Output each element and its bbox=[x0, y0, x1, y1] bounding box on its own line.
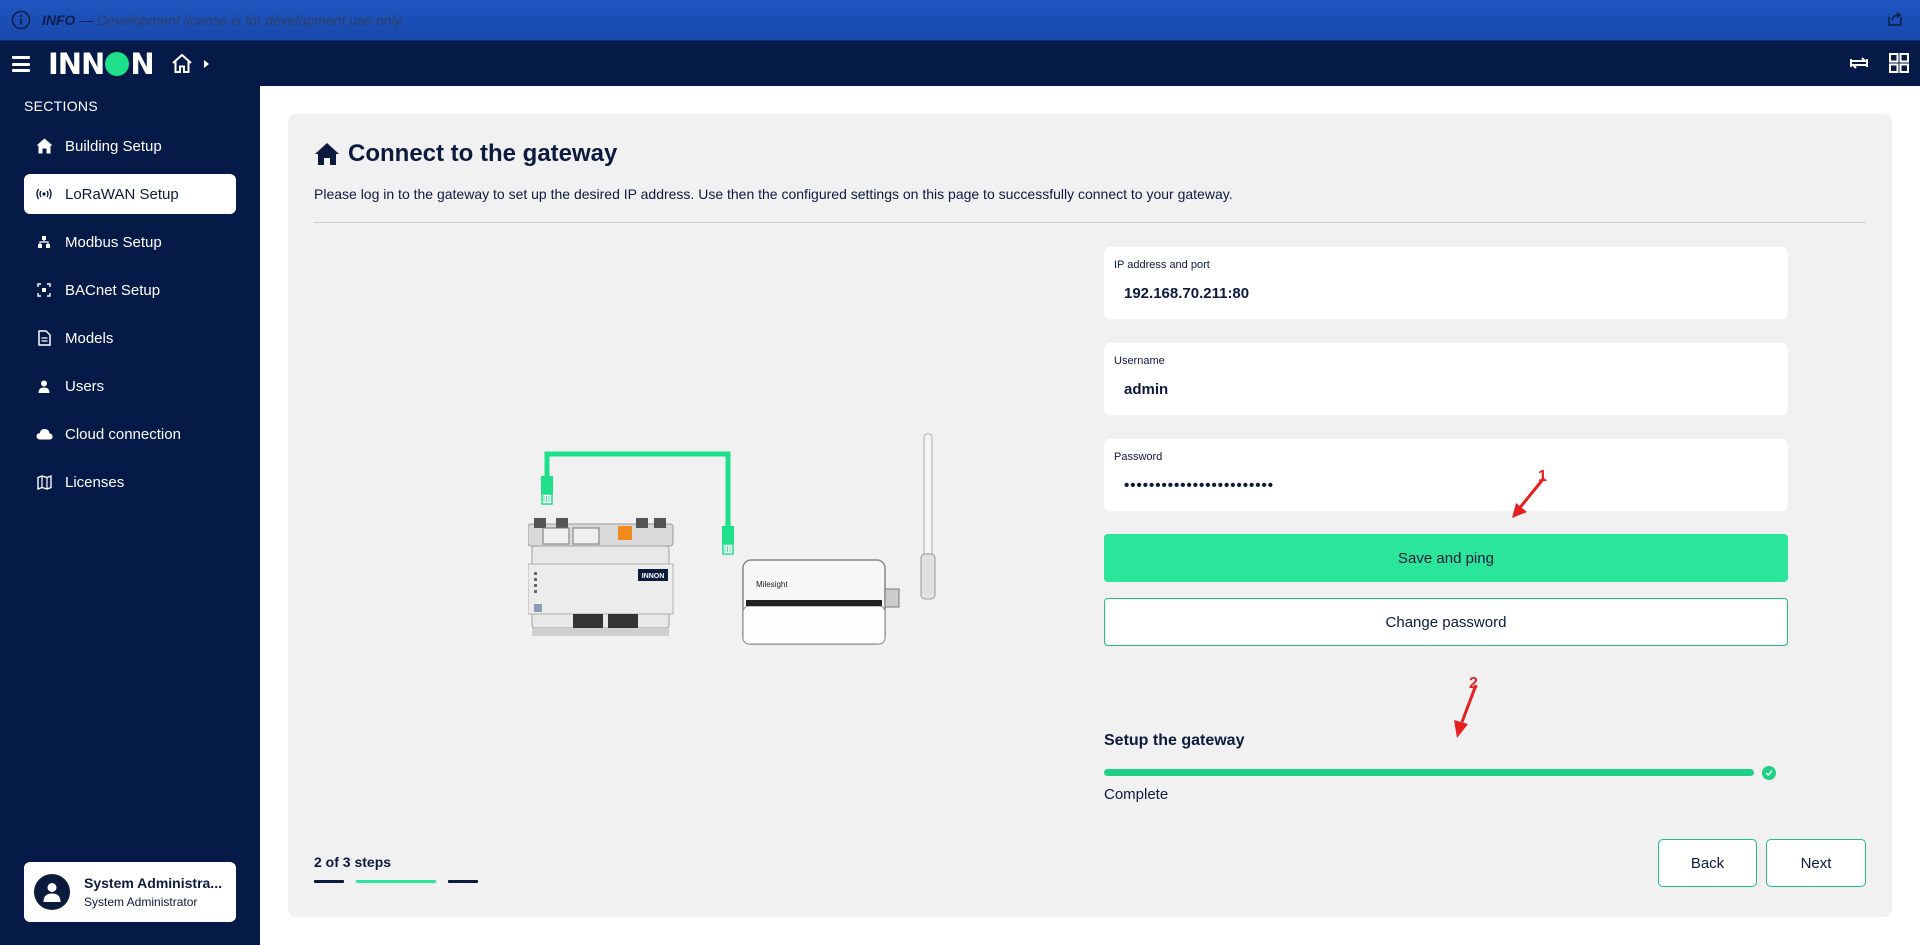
export-icon[interactable] bbox=[1886, 10, 1906, 30]
sections-heading: SECTIONS bbox=[24, 98, 98, 114]
sidebar-item-bacnet-setup[interactable]: BACnet Setup bbox=[24, 270, 236, 310]
logo-text: INN bbox=[48, 47, 105, 81]
ip-address-field[interactable]: IP address and port bbox=[1104, 247, 1788, 319]
annotation-label-1: 1 bbox=[1538, 468, 1547, 485]
user-icon bbox=[43, 883, 61, 902]
home-icon bbox=[35, 137, 53, 155]
user-icon bbox=[35, 377, 53, 395]
wizard-card: Connect to the gateway Please log in to … bbox=[288, 114, 1892, 917]
info-separator: — bbox=[75, 12, 98, 28]
map-icon bbox=[35, 473, 53, 491]
username-field[interactable]: Username bbox=[1104, 343, 1788, 415]
step-bar-3 bbox=[448, 880, 478, 883]
left-device-label: INNON bbox=[642, 573, 665, 580]
sidebar: SECTIONS Building Setup LoRaWAN Setup Mo… bbox=[0, 86, 260, 945]
sidebar-item-licenses[interactable]: Licenses bbox=[24, 462, 236, 502]
sidebar-item-building-setup[interactable]: Building Setup bbox=[24, 126, 236, 166]
milesight-gateway-device: Milesight bbox=[742, 433, 936, 645]
steps-label: 2 of 3 steps bbox=[314, 854, 392, 870]
sidebar-item-modbus-setup[interactable]: Modbus Setup bbox=[24, 222, 236, 262]
main-content: Connect to the gateway Please log in to … bbox=[260, 86, 1920, 945]
sidebar-item-models[interactable]: Models bbox=[24, 318, 236, 358]
sidebar-item-label: Users bbox=[65, 377, 105, 395]
sidebar-item-lorawan-setup[interactable]: LoRaWAN Setup bbox=[24, 174, 236, 214]
password-input[interactable] bbox=[1124, 477, 1764, 494]
innon-controller-device: INNON bbox=[528, 518, 674, 636]
info-message: INFO — Development license is for develo… bbox=[42, 12, 404, 28]
info-level: INFO bbox=[42, 12, 76, 28]
rj45-connector-left bbox=[541, 476, 553, 505]
logo-o bbox=[105, 52, 130, 76]
grid-icon[interactable] bbox=[1888, 52, 1910, 74]
breadcrumb-arrow-icon bbox=[203, 60, 209, 68]
gateway-connection-illustration: INNON Milesight bbox=[528, 433, 936, 645]
sidebar-item-label: Building Setup bbox=[65, 137, 162, 155]
ip-address-input[interactable] bbox=[1124, 285, 1764, 302]
scan-icon bbox=[35, 281, 53, 299]
sidebar-item-cloud-connection[interactable]: Cloud connection bbox=[24, 414, 236, 454]
step-bar-1 bbox=[314, 880, 344, 883]
ip-address-label: IP address and port bbox=[1114, 259, 1210, 271]
home-icon[interactable] bbox=[170, 52, 194, 76]
rj45-connector-right bbox=[722, 526, 734, 555]
setup-status: Complete bbox=[1104, 786, 1169, 803]
check-icon bbox=[1762, 766, 1776, 780]
user-card[interactable]: System Administra... System Administrato… bbox=[24, 862, 236, 922]
right-device-label: Milesight bbox=[756, 580, 788, 589]
user-role: System Administrator bbox=[84, 895, 198, 909]
setup-title: Setup the gateway bbox=[1104, 732, 1245, 749]
cloud-icon bbox=[35, 425, 53, 443]
step-indicator bbox=[314, 880, 478, 883]
sidebar-nav: Building Setup LoRaWAN Setup Modbus Setu… bbox=[24, 126, 236, 510]
sidebar-item-label: LoRaWAN Setup bbox=[65, 185, 179, 203]
logo-text-end: N bbox=[130, 47, 154, 81]
step-bar-2 bbox=[356, 880, 436, 883]
password-label: Password bbox=[1114, 451, 1163, 463]
sidebar-item-label: BACnet Setup bbox=[65, 281, 161, 299]
change-password-button[interactable]: Change password bbox=[1104, 598, 1788, 646]
network-tree-icon bbox=[35, 233, 53, 251]
innon-logo[interactable]: INN N bbox=[48, 47, 155, 81]
info-banner: INFO — Development license is for develo… bbox=[0, 0, 1920, 41]
sidebar-item-label: Modbus Setup bbox=[65, 233, 162, 251]
username-label: Username bbox=[1114, 355, 1165, 367]
house-icon bbox=[315, 143, 339, 165]
menu-icon[interactable] bbox=[12, 56, 30, 72]
setup-progress-bar bbox=[1104, 769, 1754, 776]
page-title: Connect to the gateway bbox=[348, 140, 618, 167]
info-text: Development license is for development u… bbox=[97, 12, 405, 28]
username-input[interactable] bbox=[1124, 381, 1764, 398]
info-icon bbox=[10, 9, 32, 31]
back-button[interactable]: Back bbox=[1658, 839, 1757, 887]
annotation-label-2: 2 bbox=[1469, 675, 1478, 692]
save-and-ping-button[interactable]: Save and ping bbox=[1104, 534, 1788, 582]
sidebar-item-label: Licenses bbox=[65, 473, 125, 491]
password-field[interactable]: Password bbox=[1104, 439, 1788, 511]
document-icon bbox=[35, 329, 53, 347]
divider bbox=[314, 222, 1866, 223]
radio-waves-icon bbox=[35, 185, 53, 203]
sidebar-item-label: Models bbox=[65, 329, 114, 347]
sidebar-item-label: Cloud connection bbox=[65, 425, 181, 443]
page-description: Please log in to the gateway to set up t… bbox=[314, 186, 1233, 202]
user-name: System Administra... bbox=[84, 875, 222, 891]
next-button[interactable]: Next bbox=[1766, 839, 1866, 887]
top-header: INN N bbox=[0, 42, 1920, 86]
setup-progress-fill bbox=[1104, 769, 1754, 776]
avatar bbox=[34, 874, 70, 910]
sync-icon[interactable] bbox=[1848, 52, 1870, 74]
sidebar-item-users[interactable]: Users bbox=[24, 366, 236, 406]
